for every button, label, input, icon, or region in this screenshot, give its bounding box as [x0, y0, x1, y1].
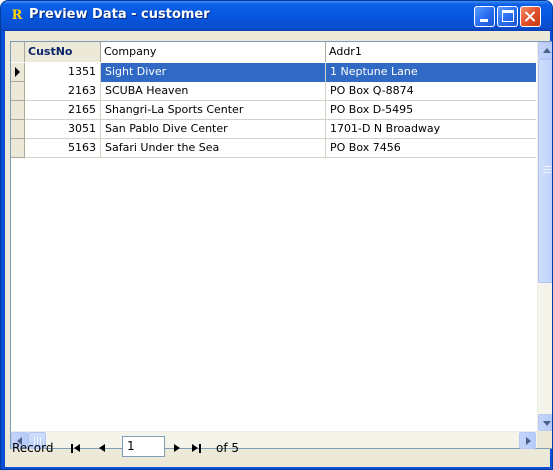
vertical-scroll-thumb[interactable]	[538, 59, 552, 283]
grip-line	[543, 172, 551, 173]
preview-data-window: R Preview Data - customer CustNo Company…	[0, 0, 553, 470]
cell-company[interactable]: Shangri-La Sports Center	[101, 101, 326, 120]
row-indicator	[11, 82, 25, 101]
cell-addr1[interactable]: PO Box Q-8874	[326, 82, 536, 101]
chevron-up-icon	[543, 48, 551, 53]
grid-header: CustNo Company Addr1	[11, 42, 536, 62]
table-row[interactable]: 3051 San Pablo Dive Center 1701-D N Broa…	[11, 120, 536, 139]
window-client-area: CustNo Company Addr1 1351 Sight Diver 1 …	[5, 31, 552, 467]
table-row[interactable]: 1351 Sight Diver 1 Neptune Lane	[11, 63, 536, 82]
chevron-right-icon	[526, 437, 531, 445]
scroll-down-button[interactable]	[538, 414, 552, 431]
maximize-button[interactable]	[497, 6, 518, 27]
vertical-scrollbar[interactable]	[537, 42, 552, 431]
cell-addr1[interactable]: PO Box 7456	[326, 139, 536, 158]
last-record-button[interactable]	[191, 442, 205, 456]
next-record-button[interactable]	[171, 442, 185, 456]
column-header-company[interactable]: Company	[101, 42, 326, 62]
first-record-button[interactable]	[71, 442, 85, 456]
previous-record-button[interactable]	[97, 442, 111, 456]
cell-addr1[interactable]: 1701-D N Broadway	[326, 120, 536, 139]
cell-custno[interactable]: 3051	[25, 120, 101, 139]
first-record-icon	[71, 444, 73, 453]
scrollbar-corner	[537, 431, 552, 448]
previous-record-icon	[99, 444, 105, 452]
grip-line	[543, 166, 551, 167]
row-indicator	[11, 120, 25, 139]
record-count-label: of 5	[216, 441, 240, 455]
cell-addr1[interactable]: 1 Neptune Lane	[326, 63, 536, 82]
last-record-arrow-icon	[192, 444, 198, 452]
row-indicator	[11, 101, 25, 120]
first-record-arrow-icon	[74, 444, 80, 452]
row-indicator-header	[11, 42, 25, 62]
chevron-down-icon	[543, 421, 551, 426]
cell-company[interactable]: San Pablo Dive Center	[101, 120, 326, 139]
last-record-icon	[199, 444, 201, 453]
cell-company[interactable]: Safari Under the Sea	[101, 139, 326, 158]
close-icon	[521, 7, 540, 26]
column-header-addr1[interactable]: Addr1	[326, 42, 536, 62]
cell-custno[interactable]: 1351	[25, 63, 101, 82]
grip-line	[543, 169, 551, 170]
row-indicator	[11, 63, 25, 82]
cell-custno[interactable]: 2165	[25, 101, 101, 120]
grid-rows: 1351 Sight Diver 1 Neptune Lane 2163 SCU…	[11, 63, 536, 158]
maximize-icon	[502, 10, 514, 22]
app-icon: R	[11, 8, 23, 23]
cell-custno[interactable]: 2163	[25, 82, 101, 101]
table-row[interactable]: 5163 Safari Under the Sea PO Box 7456	[11, 139, 536, 158]
minimize-button[interactable]	[474, 6, 495, 27]
table-row[interactable]: 2163 SCUBA Heaven PO Box Q-8874	[11, 82, 536, 101]
record-label: Record	[12, 441, 54, 455]
data-grid[interactable]: CustNo Company Addr1 1351 Sight Diver 1 …	[10, 41, 552, 449]
horizontal-scrollbar[interactable]	[11, 431, 537, 449]
current-row-arrow-icon	[15, 67, 20, 77]
close-button[interactable]	[520, 6, 541, 27]
minimize-icon	[480, 19, 488, 22]
cell-company[interactable]: Sight Diver	[101, 63, 326, 82]
cell-custno[interactable]: 5163	[25, 139, 101, 158]
next-record-icon	[174, 444, 180, 452]
cell-company[interactable]: SCUBA Heaven	[101, 82, 326, 101]
cell-addr1[interactable]: PO Box D-5495	[326, 101, 536, 120]
scroll-up-button[interactable]	[538, 42, 552, 59]
record-number-input[interactable]: 1	[122, 436, 165, 457]
title-bar[interactable]: R Preview Data - customer	[1, 1, 552, 31]
column-header-custno[interactable]: CustNo	[25, 42, 101, 62]
table-row[interactable]: 2165 Shangri-La Sports Center PO Box D-5…	[11, 101, 536, 120]
scroll-right-button[interactable]	[519, 432, 536, 449]
window-title: Preview Data - customer	[29, 7, 210, 22]
row-indicator	[11, 139, 25, 158]
